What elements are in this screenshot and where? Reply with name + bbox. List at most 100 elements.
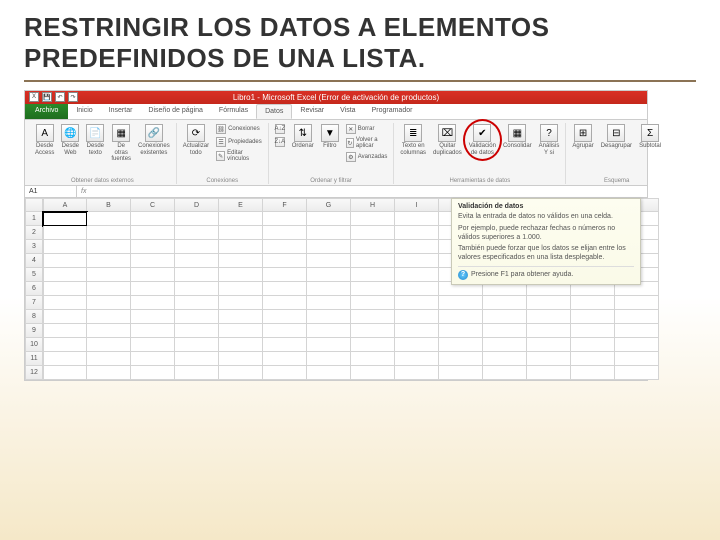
- from-other-button[interactable]: ▦De otras fuentes: [109, 123, 133, 164]
- cell[interactable]: [219, 282, 263, 296]
- column-header[interactable]: B: [87, 198, 131, 212]
- cell[interactable]: [263, 268, 307, 282]
- cell[interactable]: [131, 268, 175, 282]
- cell[interactable]: [395, 268, 439, 282]
- column-header[interactable]: D: [175, 198, 219, 212]
- cell[interactable]: [351, 296, 395, 310]
- cell[interactable]: [175, 366, 219, 380]
- cell[interactable]: [483, 338, 527, 352]
- cell[interactable]: [263, 212, 307, 226]
- cell[interactable]: [131, 338, 175, 352]
- cell[interactable]: [351, 240, 395, 254]
- from-access-button[interactable]: ADesde Access: [33, 123, 56, 164]
- properties-button[interactable]: ☰Propiedades: [214, 136, 264, 148]
- cell[interactable]: [527, 310, 571, 324]
- save-icon[interactable]: 💾: [42, 92, 52, 102]
- cell[interactable]: [175, 212, 219, 226]
- cell[interactable]: [263, 352, 307, 366]
- cell[interactable]: [439, 296, 483, 310]
- cell[interactable]: [615, 352, 659, 366]
- cell[interactable]: [439, 338, 483, 352]
- cell[interactable]: [307, 338, 351, 352]
- cell[interactable]: [87, 324, 131, 338]
- row-header[interactable]: 7: [25, 296, 43, 310]
- column-header[interactable]: G: [307, 198, 351, 212]
- cell[interactable]: [307, 240, 351, 254]
- cell[interactable]: [527, 324, 571, 338]
- cell[interactable]: [395, 352, 439, 366]
- cell[interactable]: [307, 282, 351, 296]
- cell[interactable]: [43, 212, 87, 226]
- cell[interactable]: [307, 352, 351, 366]
- cell[interactable]: [571, 338, 615, 352]
- redo-icon[interactable]: ↷: [68, 92, 78, 102]
- cell[interactable]: [351, 268, 395, 282]
- cell[interactable]: [43, 226, 87, 240]
- sort-button[interactable]: ⇅Ordenar: [290, 123, 316, 163]
- advanced-button[interactable]: ⚙Avanzadas: [344, 151, 390, 163]
- cell[interactable]: [175, 310, 219, 324]
- cell[interactable]: [395, 212, 439, 226]
- name-box[interactable]: A1: [25, 186, 77, 197]
- cell[interactable]: [615, 366, 659, 380]
- cell[interactable]: [219, 212, 263, 226]
- sort-za-button[interactable]: Z↓A: [273, 136, 287, 148]
- column-header[interactable]: F: [263, 198, 307, 212]
- cell[interactable]: [131, 254, 175, 268]
- cell[interactable]: [351, 338, 395, 352]
- row-header[interactable]: 2: [25, 226, 43, 240]
- data-validation-button[interactable]: ✔Validación de datos: [467, 123, 498, 157]
- cell[interactable]: [263, 310, 307, 324]
- cell[interactable]: [527, 366, 571, 380]
- from-text-button[interactable]: 📄Desde texto: [84, 123, 106, 164]
- cell[interactable]: [439, 366, 483, 380]
- cell[interactable]: [307, 366, 351, 380]
- cell[interactable]: [175, 338, 219, 352]
- cell[interactable]: [87, 268, 131, 282]
- cell[interactable]: [263, 324, 307, 338]
- cell[interactable]: [395, 324, 439, 338]
- column-header[interactable]: I: [395, 198, 439, 212]
- ungroup-button[interactable]: ⊟Desagrupar: [599, 123, 634, 151]
- cell[interactable]: [175, 352, 219, 366]
- cell[interactable]: [43, 268, 87, 282]
- tab-file[interactable]: Archivo: [25, 104, 68, 119]
- cell[interactable]: [131, 240, 175, 254]
- cell[interactable]: [43, 324, 87, 338]
- cell[interactable]: [351, 254, 395, 268]
- cell[interactable]: [43, 352, 87, 366]
- existing-connections-button[interactable]: 🔗Conexiones existentes: [136, 123, 172, 164]
- connections-button[interactable]: ⛓Conexiones: [214, 123, 264, 135]
- tab-datos[interactable]: Datos: [256, 104, 292, 119]
- cell[interactable]: [527, 352, 571, 366]
- cell[interactable]: [571, 296, 615, 310]
- cell[interactable]: [87, 240, 131, 254]
- cell[interactable]: [351, 366, 395, 380]
- row-header[interactable]: 4: [25, 254, 43, 268]
- subtotal-button[interactable]: ΣSubtotal: [637, 123, 663, 151]
- cell[interactable]: [483, 296, 527, 310]
- cell[interactable]: [131, 352, 175, 366]
- cell[interactable]: [307, 226, 351, 240]
- cell[interactable]: [395, 366, 439, 380]
- cell[interactable]: [351, 282, 395, 296]
- cell[interactable]: [307, 310, 351, 324]
- tab-formulas[interactable]: Fórmulas: [211, 104, 256, 119]
- column-header[interactable]: C: [131, 198, 175, 212]
- cell[interactable]: [43, 366, 87, 380]
- cell[interactable]: [219, 268, 263, 282]
- cell[interactable]: [571, 352, 615, 366]
- cell[interactable]: [43, 338, 87, 352]
- cell[interactable]: [395, 296, 439, 310]
- cell[interactable]: [219, 240, 263, 254]
- tab-inicio[interactable]: Inicio: [68, 104, 100, 119]
- cell[interactable]: [263, 226, 307, 240]
- cell[interactable]: [175, 268, 219, 282]
- cell[interactable]: [571, 366, 615, 380]
- cell[interactable]: [131, 296, 175, 310]
- cell[interactable]: [43, 240, 87, 254]
- cell[interactable]: [307, 212, 351, 226]
- reapply-button[interactable]: ↻Volver a aplicar: [344, 136, 390, 150]
- tab-diseno[interactable]: Diseño de página: [140, 104, 211, 119]
- cell[interactable]: [483, 324, 527, 338]
